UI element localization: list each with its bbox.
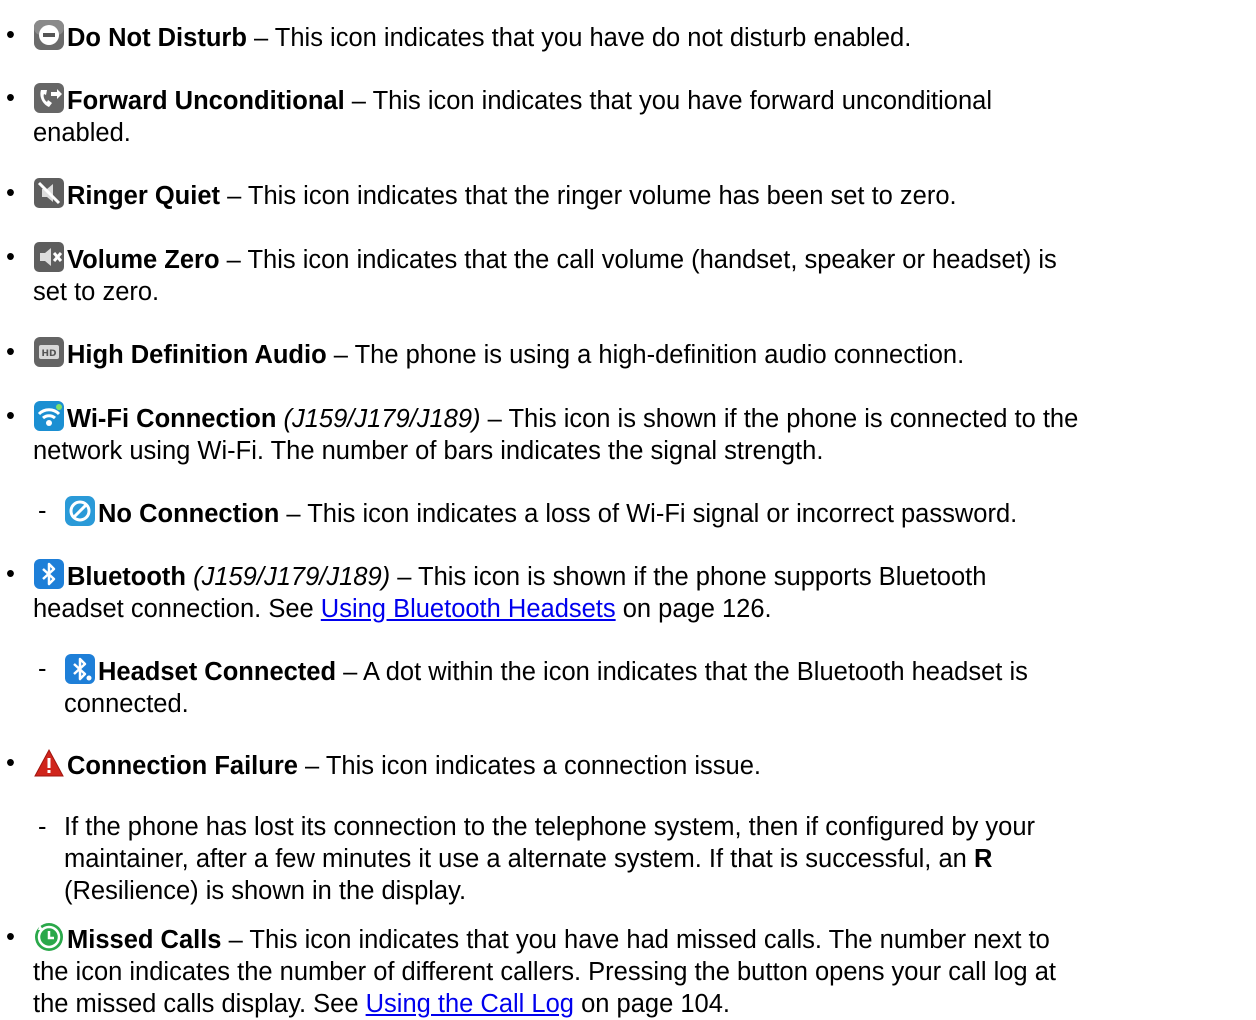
list-item-volume-zero: • Volume Zero – This icon indicates that…: [6, 241, 1057, 306]
item-text: This icon is shown if the phone is conne…: [508, 405, 1079, 433]
item-title: High Definition Audio: [67, 341, 327, 369]
bullet: •: [6, 21, 15, 49]
item-title: No Connection: [98, 500, 280, 528]
bullet: •: [6, 560, 15, 588]
item-text: This icon indicates that you have do not…: [274, 24, 912, 52]
list-item-wifi-connection: • Wi-Fi Connection (J159/J179/J189) – Th…: [6, 400, 1079, 465]
dash-marker: -: [38, 655, 47, 683]
item-title: Wi-Fi Connection: [67, 405, 277, 433]
item-title: Missed Calls: [67, 926, 222, 954]
bullet: •: [6, 84, 15, 112]
using-the-call-log-link[interactable]: Using the Call Log: [366, 990, 574, 1018]
item-title: Do Not Disturb: [67, 24, 247, 52]
item-text-cont: the icon indicates the number of differe…: [33, 958, 1056, 986]
item-text-cont: set to zero.: [33, 278, 160, 306]
item-text: A dot within the icon indicates that the…: [363, 658, 1028, 686]
hd-audio-icon: HD: [33, 336, 65, 368]
list-item-resilience: - If the phone has lost its connection t…: [38, 811, 1256, 907]
svg-text:HD: HD: [41, 349, 56, 359]
forward-unconditional-icon: [33, 82, 65, 114]
dash-marker: -: [38, 813, 47, 841]
list-item-forward-unconditional: • Forward Unconditional – This icon indi…: [6, 82, 993, 147]
missed-calls-icon: [33, 921, 65, 953]
list-item-missed-calls: • Missed Calls – This icon indicates tha…: [6, 921, 1056, 1018]
item-text: This icon indicates that you have had mi…: [249, 926, 1050, 954]
item-title: Headset Connected: [98, 658, 337, 686]
bluetooth-icon: [33, 558, 65, 590]
item-text: The phone is using a high-definition aud…: [354, 341, 965, 369]
item-title: Connection Failure: [67, 752, 298, 780]
item-text-cont: network using Wi-Fi. The number of bars …: [33, 437, 824, 465]
bullet: •: [6, 402, 15, 430]
list-item-hd-audio: • HD High Definition Audio – The phone i…: [6, 336, 965, 369]
item-text: This icon indicates a connection issue.: [325, 752, 761, 780]
list-item-headset-connected: - Headset Connected – A dot within the i…: [38, 653, 1028, 718]
list-item-bluetooth: • Bluetooth (J159/J179/J189) – This icon…: [6, 558, 987, 623]
item-text-cont: maintainer, after a few minutes it use a…: [64, 845, 967, 873]
list-item-ringer-quiet: • Ringer Quiet – This icon indicates tha…: [6, 177, 957, 210]
item-text: This icon indicates that the ringer volu…: [247, 182, 957, 210]
item-title: Ringer Quiet: [67, 182, 221, 210]
document-page: • Do Not Disturb – This icon indicates t…: [0, 0, 1256, 1018]
wifi-icon: [33, 400, 65, 432]
item-text-cont: connected.: [64, 690, 189, 718]
no-connection-icon: [64, 495, 96, 527]
item-text: This icon indicates that the call volume…: [247, 246, 1057, 274]
warning-icon: [33, 747, 65, 779]
item-text: This icon is shown if the phone supports…: [418, 563, 987, 591]
item-text: This icon indicates that you have forwar…: [372, 87, 993, 115]
list-item-do-not-disturb: • Do Not Disturb – This icon indicates t…: [6, 19, 912, 52]
do-not-disturb-icon: [33, 19, 65, 51]
item-title: Forward Unconditional: [67, 87, 345, 115]
bullet: •: [6, 338, 15, 366]
model-note: (J159/J179/J189): [193, 563, 391, 591]
volume-zero-icon: [33, 241, 65, 273]
item-text: This icon indicates a loss of Wi-Fi sign…: [307, 500, 1018, 528]
dash-marker: -: [38, 497, 47, 525]
item-text: If the phone has lost its connection to …: [64, 813, 1036, 841]
item-text-cont: enabled.: [33, 119, 131, 147]
item-text-cont: (Resilience) is shown in the display.: [64, 877, 467, 905]
item-title: Bluetooth: [67, 563, 186, 591]
list-item-connection-failure: • Connection Failure – This icon indicat…: [6, 747, 761, 780]
ringer-quiet-icon: [33, 177, 65, 209]
bullet: •: [6, 243, 15, 271]
using-bluetooth-headsets-link[interactable]: Using Bluetooth Headsets: [321, 595, 616, 623]
bluetooth-headset-connected-icon: [64, 653, 96, 685]
list-item-no-connection: - No Connection – This icon indicates a …: [38, 495, 1018, 528]
resilience-letter: R: [973, 845, 993, 873]
bullet: •: [6, 179, 15, 207]
bullet: •: [6, 749, 15, 777]
model-note: (J159/J179/J189): [283, 405, 481, 433]
item-title: Volume Zero: [67, 246, 220, 274]
bullet: •: [6, 923, 15, 951]
